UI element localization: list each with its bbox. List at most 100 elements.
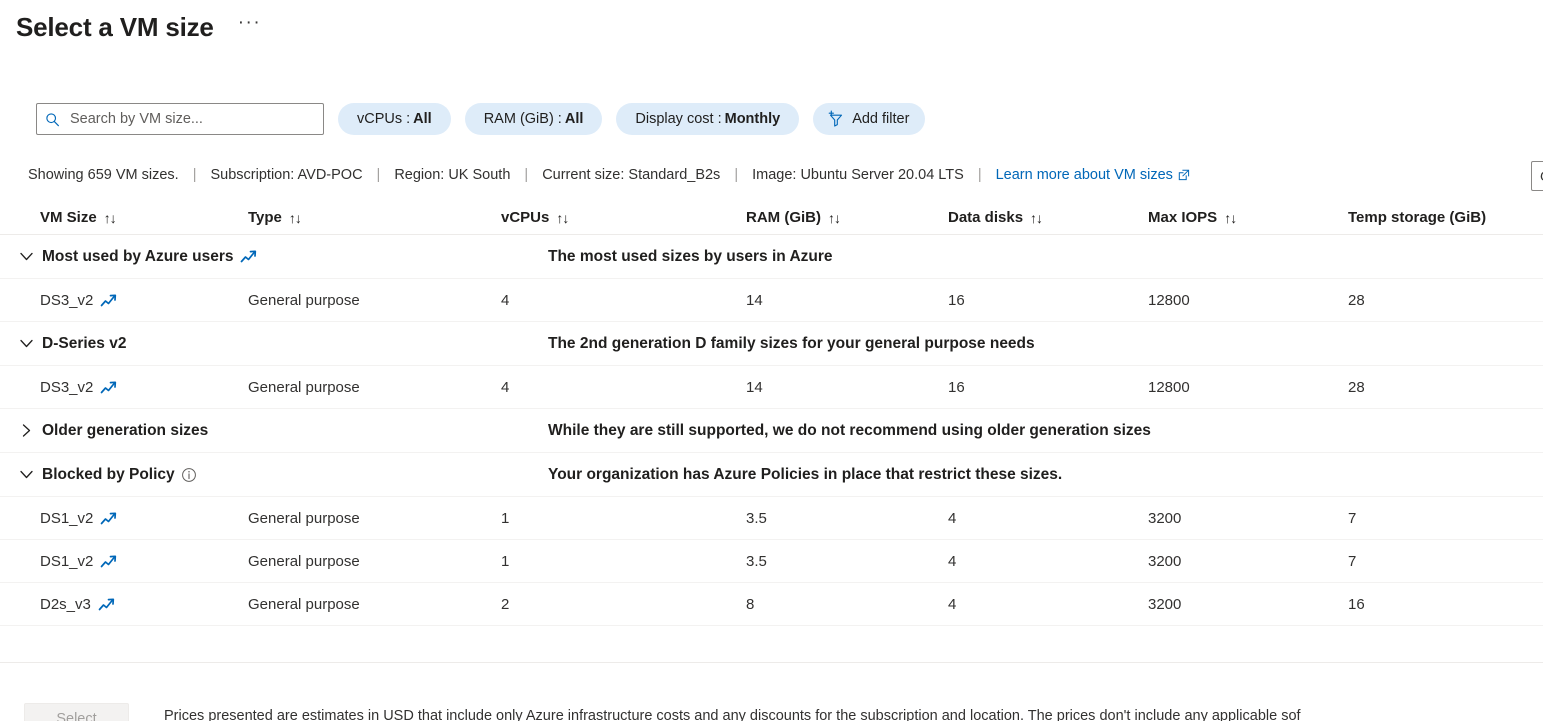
sort-icon[interactable]: ↑↓ [289, 210, 302, 226]
table-row[interactable]: D2s_v3 General purpose 2 8 4 3200 16 [0, 583, 1543, 626]
vm-size-name: D2s_v3 [40, 596, 115, 613]
cell-disks: 4 [948, 509, 957, 527]
group-header-cell[interactable]: Blocked by Policy [0, 459, 548, 491]
table-group-row[interactable]: Older generation sizes While they are sti… [0, 409, 1543, 453]
sort-icon[interactable]: ↑↓ [1030, 210, 1043, 226]
filter-pill-display-cost[interactable]: Display cost : Monthly [616, 103, 800, 135]
cell-temp: 7 [1348, 552, 1357, 570]
chevron-down-icon[interactable] [10, 328, 42, 360]
cell-ram: 14 [746, 378, 763, 396]
info-icon[interactable] [181, 467, 197, 483]
vm-size-label: DS3_v2 [40, 291, 94, 309]
cell-ram: 3.5 [746, 509, 767, 527]
info-separator: | [376, 167, 381, 183]
sort-icon[interactable]: ↑↓ [556, 210, 569, 226]
cell-vmsize: DS3_v2 [0, 379, 248, 396]
filter-pill-ram-label: RAM (GiB) : [483, 111, 562, 127]
trend-up-icon[interactable] [240, 249, 257, 264]
pricing-disclaimer: Prices presented are estimates in USD th… [164, 708, 1301, 721]
trend-up-icon[interactable] [100, 380, 117, 395]
subscription-info: Subscription: AVD-POC [210, 167, 363, 183]
select-button[interactable]: Select [24, 703, 129, 721]
trend-up-icon[interactable] [100, 293, 117, 308]
sort-icon[interactable]: ↑↓ [828, 210, 841, 226]
search-input[interactable] [68, 110, 315, 128]
vm-size-label: DS1_v2 [40, 509, 94, 527]
column-header-ram[interactable]: RAM (GiB) ↑↓ [746, 209, 948, 226]
current-size-info: Current size: Standard_B2s [542, 167, 721, 183]
group-title-label: Older generation sizes [42, 421, 209, 439]
info-bar: Showing 659 VM sizes. | Subscription: AV… [0, 161, 1543, 191]
column-header-type-label: Type [248, 209, 282, 226]
group-description: While they are still supported, we do no… [548, 421, 1151, 439]
group-description: The 2nd generation D family sizes for yo… [548, 334, 1035, 352]
group-title-label: Most used by Azure users [42, 247, 234, 265]
chevron-right-icon[interactable] [10, 415, 42, 447]
info-separator: | [524, 167, 529, 183]
info-separator: | [192, 167, 197, 183]
page-title: Select a VM size [16, 12, 214, 42]
vm-size-label: DS1_v2 [40, 552, 94, 570]
column-header-vcpus-label: vCPUs [501, 209, 550, 226]
cell-ram: 3.5 [746, 552, 767, 570]
table-row[interactable]: DS1_v2 General purpose 1 3.5 4 3200 7 [0, 540, 1543, 583]
cell-iops: 3200 [1148, 509, 1182, 527]
group-description: Your organization has Azure Policies in … [548, 465, 1063, 483]
group-title: Older generation sizes [42, 422, 208, 440]
vm-size-label: DS3_v2 [40, 378, 94, 396]
column-header-type[interactable]: Type ↑↓ [248, 209, 501, 226]
cell-ram: 8 [746, 595, 755, 613]
column-header-datadisks[interactable]: Data disks ↑↓ [948, 209, 1148, 226]
sort-icon[interactable]: ↑↓ [1224, 210, 1237, 226]
filter-pill-vcpus-label: vCPUs : [357, 111, 411, 127]
cell-iops: 3200 [1148, 595, 1182, 613]
search-icon [45, 112, 60, 127]
learn-more-link[interactable]: Learn more about VM sizes [996, 167, 1190, 183]
group-title: Blocked by Policy [42, 466, 197, 484]
column-header-maxiops[interactable]: Max IOPS ↑↓ [1148, 209, 1348, 226]
vm-size-name: DS1_v2 [40, 553, 117, 570]
cell-type: General purpose [248, 552, 360, 570]
trend-up-icon[interactable] [100, 554, 117, 569]
region-info: Region: UK South [394, 167, 511, 183]
add-filter-icon [826, 110, 845, 128]
trend-up-icon[interactable] [100, 511, 117, 526]
filter-pill-display-cost-value: Monthly [724, 111, 781, 127]
table-group-row[interactable]: Most used by Azure users The most used si… [0, 235, 1543, 279]
group-header-cell[interactable]: D-Series v2 [0, 328, 548, 360]
more-options-button[interactable]: ··· [238, 13, 261, 38]
column-header-vmsize-label: VM Size [40, 209, 97, 226]
cell-disks: 16 [948, 378, 965, 396]
group-header-cell[interactable]: Most used by Azure users [0, 241, 548, 273]
filter-pill-ram[interactable]: RAM (GiB) : All [464, 103, 603, 135]
group-title-label: D-Series v2 [42, 334, 127, 352]
table-group-row[interactable]: D-Series v2 The 2nd generation D family s… [0, 322, 1543, 366]
table-row[interactable]: DS1_v2 General purpose 1 3.5 4 3200 7 [0, 497, 1543, 540]
footer-bar: Select Prices presented are estimates in… [0, 662, 1543, 721]
table-row[interactable]: DS3_v2 General purpose 4 14 16 12800 28 [0, 366, 1543, 409]
vm-size-label: D2s_v3 [40, 595, 91, 613]
cell-type: General purpose [248, 378, 360, 396]
cell-iops: 12800 [1148, 291, 1190, 309]
cell-temp: 16 [1348, 595, 1365, 613]
filter-pill-vcpus-value: All [413, 111, 432, 127]
add-filter-button[interactable]: Add filter [813, 103, 926, 135]
search-box[interactable] [36, 103, 324, 135]
chevron-down-icon[interactable] [10, 241, 42, 273]
filter-pill-vcpus[interactable]: vCPUs : All [338, 103, 451, 135]
table-row[interactable]: DS3_v2 General purpose 4 14 16 12800 28 [0, 279, 1543, 322]
group-header-cell[interactable]: Older generation sizes [0, 415, 548, 447]
trend-up-icon[interactable] [98, 597, 115, 612]
group-by-dropdown[interactable]: G [1531, 161, 1543, 191]
vm-size-name: DS1_v2 [40, 510, 117, 527]
vm-size-name: DS3_v2 [40, 292, 117, 309]
column-header-tempstorage[interactable]: Temp storage (GiB) [1348, 209, 1523, 226]
sort-icon[interactable]: ↑↓ [104, 210, 117, 226]
column-header-datadisks-label: Data disks [948, 209, 1024, 226]
column-header-vcpus[interactable]: vCPUs ↑↓ [501, 209, 746, 226]
column-header-ram-label: RAM (GiB) [746, 209, 821, 226]
cell-temp: 7 [1348, 509, 1357, 527]
table-group-row[interactable]: Blocked by Policy Your organization has A… [0, 453, 1543, 497]
column-header-vmsize[interactable]: VM Size ↑↓ [0, 209, 248, 226]
chevron-down-icon[interactable] [10, 459, 42, 491]
